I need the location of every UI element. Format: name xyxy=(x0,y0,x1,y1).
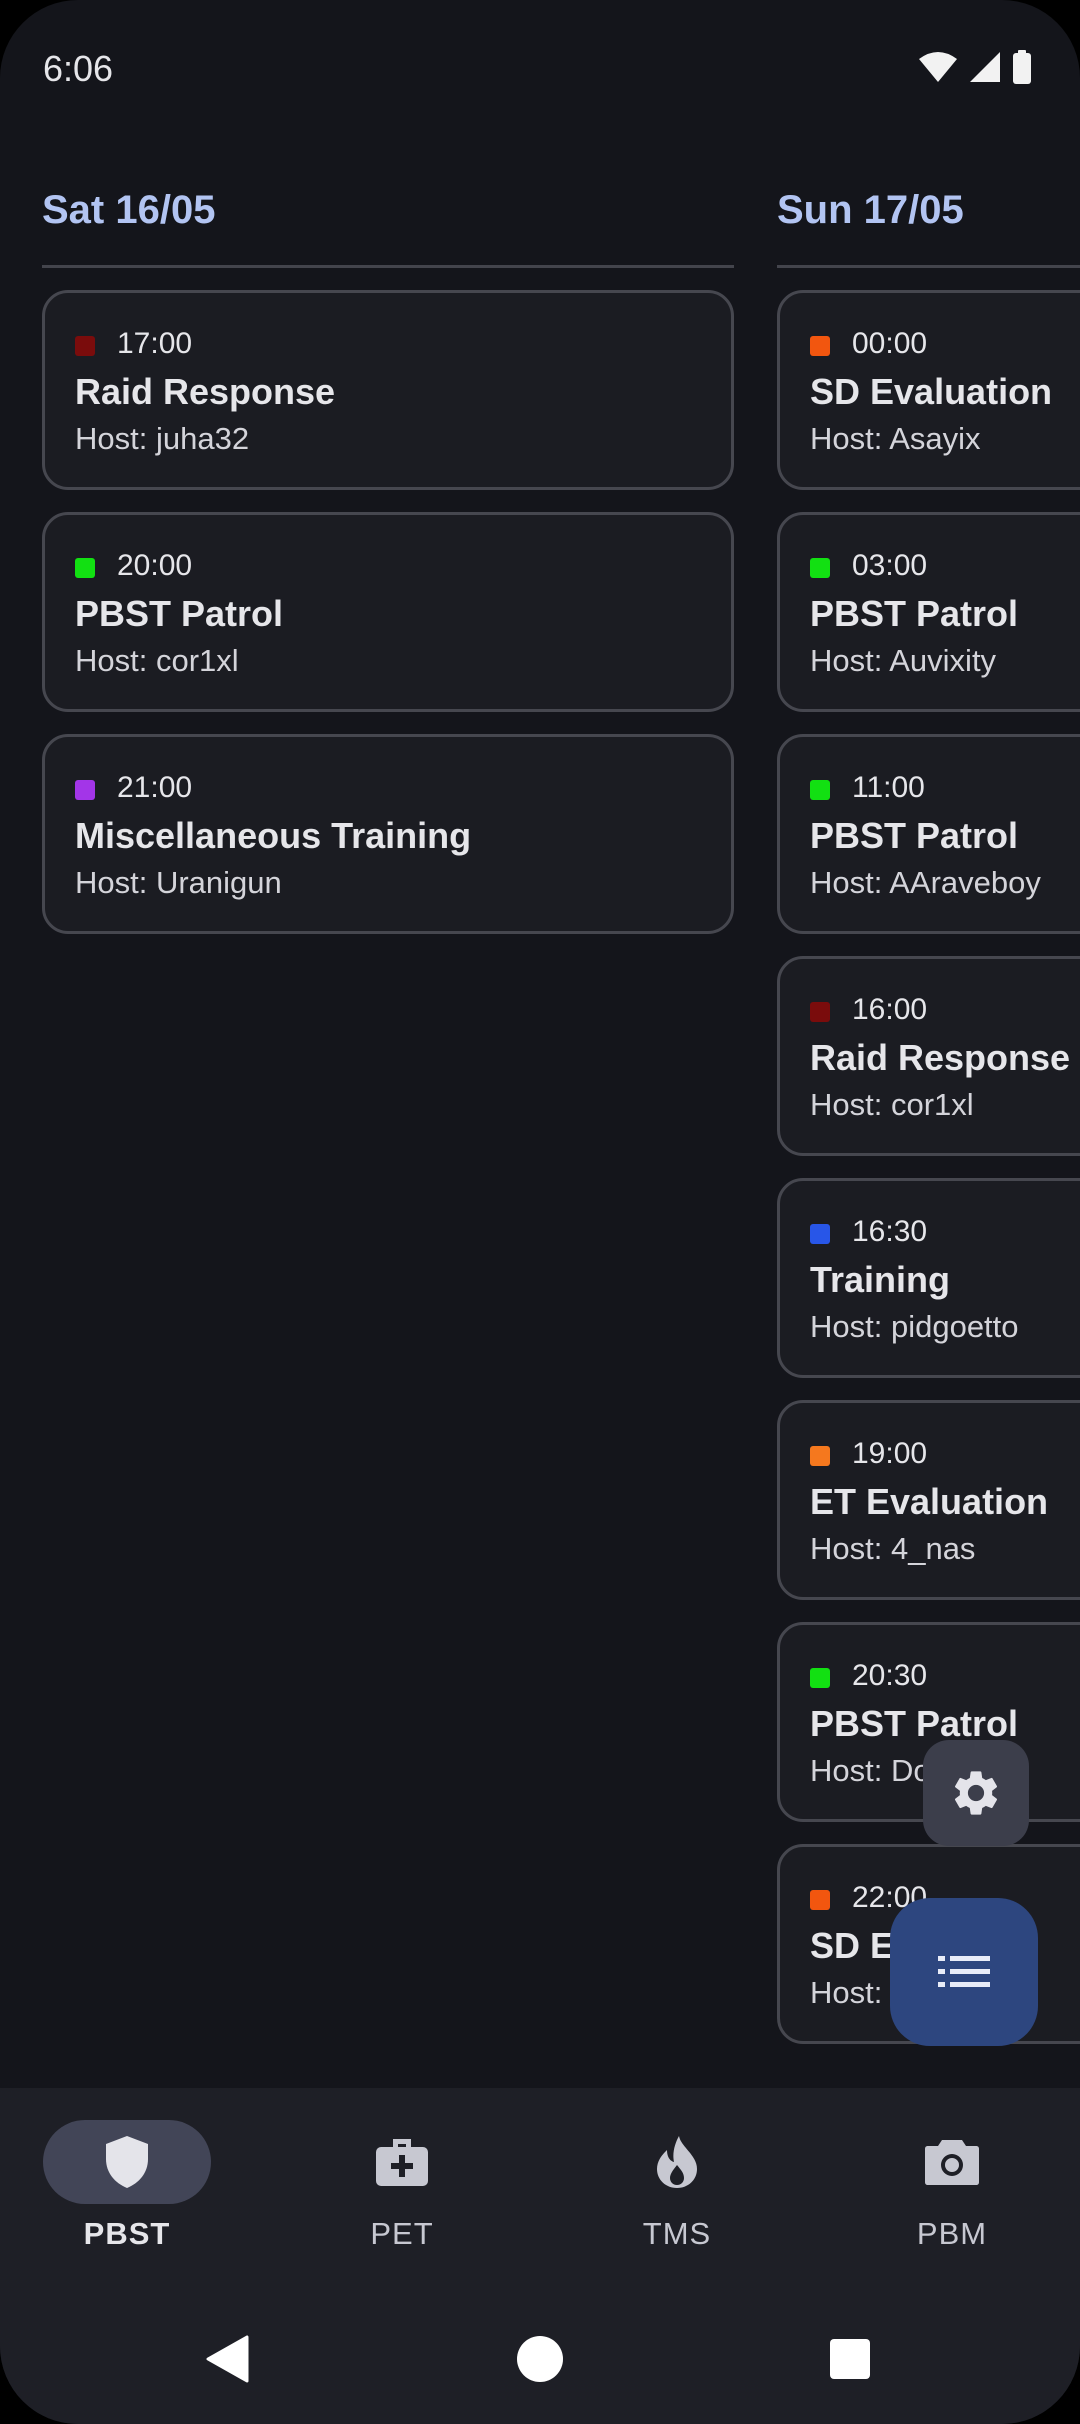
event-type-color-dot xyxy=(810,1224,830,1244)
event-card[interactable]: 21:00 Miscellaneous Training Host: Uranigu… xyxy=(42,734,734,934)
event-card[interactable]: 17:00 Raid Response Host: juha32 xyxy=(42,290,734,490)
event-title: Raid Response xyxy=(810,1037,1071,1078)
event-host: Host: AAraveboy xyxy=(810,865,1041,900)
status-bar: 6:06 xyxy=(0,0,1080,140)
system-navigation-bar xyxy=(0,2310,1080,2400)
event-time: 19:00 xyxy=(852,1437,928,1470)
event-type-color-dot xyxy=(810,558,830,578)
event-host: Host: Uranigun xyxy=(75,865,282,900)
shield-icon xyxy=(106,2136,148,2188)
event-host: Host: cor1xl xyxy=(75,643,239,678)
event-time: 11:00 xyxy=(852,771,925,804)
back-icon[interactable] xyxy=(205,2335,249,2383)
fire-icon xyxy=(657,2136,697,2188)
event-card[interactable]: 20:00 PBST Patrol Host: cor1xl xyxy=(42,512,734,712)
event-time: 17:00 xyxy=(117,327,193,360)
event-time: 03:00 xyxy=(852,549,928,582)
day-title: Sat 16/05 xyxy=(42,188,216,232)
schedule-board[interactable]: Sat 16/05 17:00 Raid Response Host: juha32… xyxy=(0,160,1080,2080)
event-title: Raid Response xyxy=(75,371,336,412)
event-title: Miscellaneous Training xyxy=(75,815,472,856)
event-title: PBST Patrol xyxy=(810,593,1019,634)
day-header: Sun 17/05 xyxy=(777,160,1080,268)
nav-item-tms[interactable]: TMS xyxy=(562,2120,792,2270)
event-type-color-dot xyxy=(75,558,95,578)
event-host: Host: Asayix xyxy=(810,421,981,456)
app-screen: 6:06 Sat 16/05 17:00 Raid Response Host: j… xyxy=(0,0,1080,2424)
event-title: PBST Patrol xyxy=(75,593,284,634)
event-title: Training xyxy=(810,1259,951,1300)
event-card[interactable]: 11:00 PBST Patrol Host: AAraveboy xyxy=(777,734,1080,934)
event-title: ET Evaluation xyxy=(810,1481,1049,1522)
nav-pill xyxy=(868,2120,1036,2204)
event-card[interactable]: 00:00 SD Evaluation Host: Asayix xyxy=(777,290,1080,490)
event-time: 16:30 xyxy=(852,1215,928,1248)
nav-label: PBST xyxy=(83,2216,171,2251)
nav-item-pbm[interactable]: PBM xyxy=(837,2120,1067,2270)
event-type-color-dot xyxy=(75,336,95,356)
event-title: SD Evaluation xyxy=(810,371,1053,412)
event-time: 21:00 xyxy=(117,771,193,804)
event-type-color-dot xyxy=(810,1668,830,1688)
event-host: Host: cor1xl xyxy=(810,1087,974,1122)
nav-pill xyxy=(318,2120,486,2204)
event-host: Host: Auvixity xyxy=(810,643,997,678)
gear-icon xyxy=(954,1771,998,1815)
event-host: Host: juha32 xyxy=(75,421,250,456)
event-host: Host: pidgoetto xyxy=(810,1309,1019,1344)
recents-icon[interactable] xyxy=(830,2339,870,2379)
event-type-color-dot xyxy=(810,1446,830,1466)
nav-item-pet[interactable]: PET xyxy=(287,2120,517,2270)
nav-pill xyxy=(43,2120,211,2204)
status-icons xyxy=(918,50,1032,84)
event-card[interactable]: 16:00 Raid Response Host: cor1xl xyxy=(777,956,1080,1156)
event-time: 00:00 xyxy=(852,327,928,360)
camera-icon xyxy=(925,2140,979,2185)
event-card[interactable]: 03:00 PBST Patrol Host: Auvixity xyxy=(777,512,1080,712)
event-type-color-dot xyxy=(810,780,830,800)
list-icon xyxy=(938,1956,990,1987)
medkit-icon xyxy=(376,2139,428,2186)
event-time: 20:30 xyxy=(852,1659,928,1692)
status-time: 6:06 xyxy=(43,48,114,89)
event-type-color-dot xyxy=(75,780,95,800)
event-type-color-dot xyxy=(810,1002,830,1022)
event-type-color-dot xyxy=(810,1890,830,1910)
nav-label: PET xyxy=(370,2216,434,2251)
event-host: Host: 4_nas xyxy=(810,1531,976,1566)
wifi-icon xyxy=(919,52,957,82)
event-time: 20:00 xyxy=(117,549,193,582)
event-title: PBST Patrol xyxy=(810,815,1019,856)
nav-pill xyxy=(593,2120,761,2204)
event-type-color-dot xyxy=(810,336,830,356)
battery-icon xyxy=(1013,50,1031,84)
nav-label: TMS xyxy=(642,2216,712,2251)
home-icon[interactable] xyxy=(516,2335,564,2383)
event-list: 17:00 Raid Response Host: juha32 20:00 PBST … xyxy=(42,268,734,934)
day-header: Sat 16/05 xyxy=(42,160,734,268)
event-title: PBST Patrol xyxy=(810,1703,1019,1744)
nav-label: PBM xyxy=(916,2216,988,2251)
day-title: Sun 17/05 xyxy=(777,188,964,232)
settings-button[interactable] xyxy=(923,1740,1029,1846)
event-time: 16:00 xyxy=(852,993,928,1026)
nav-item-pbst[interactable]: PBST xyxy=(12,2120,242,2270)
event-card[interactable]: 16:30 Training Host: pidgoetto xyxy=(777,1178,1080,1378)
list-view-button[interactable] xyxy=(890,1898,1038,2046)
event-card[interactable]: 19:00 ET Evaluation Host: 4_nas xyxy=(777,1400,1080,1600)
signal-icon xyxy=(970,52,1000,82)
day-column-sat: Sat 16/05 17:00 Raid Response Host: juha32… xyxy=(42,160,734,956)
